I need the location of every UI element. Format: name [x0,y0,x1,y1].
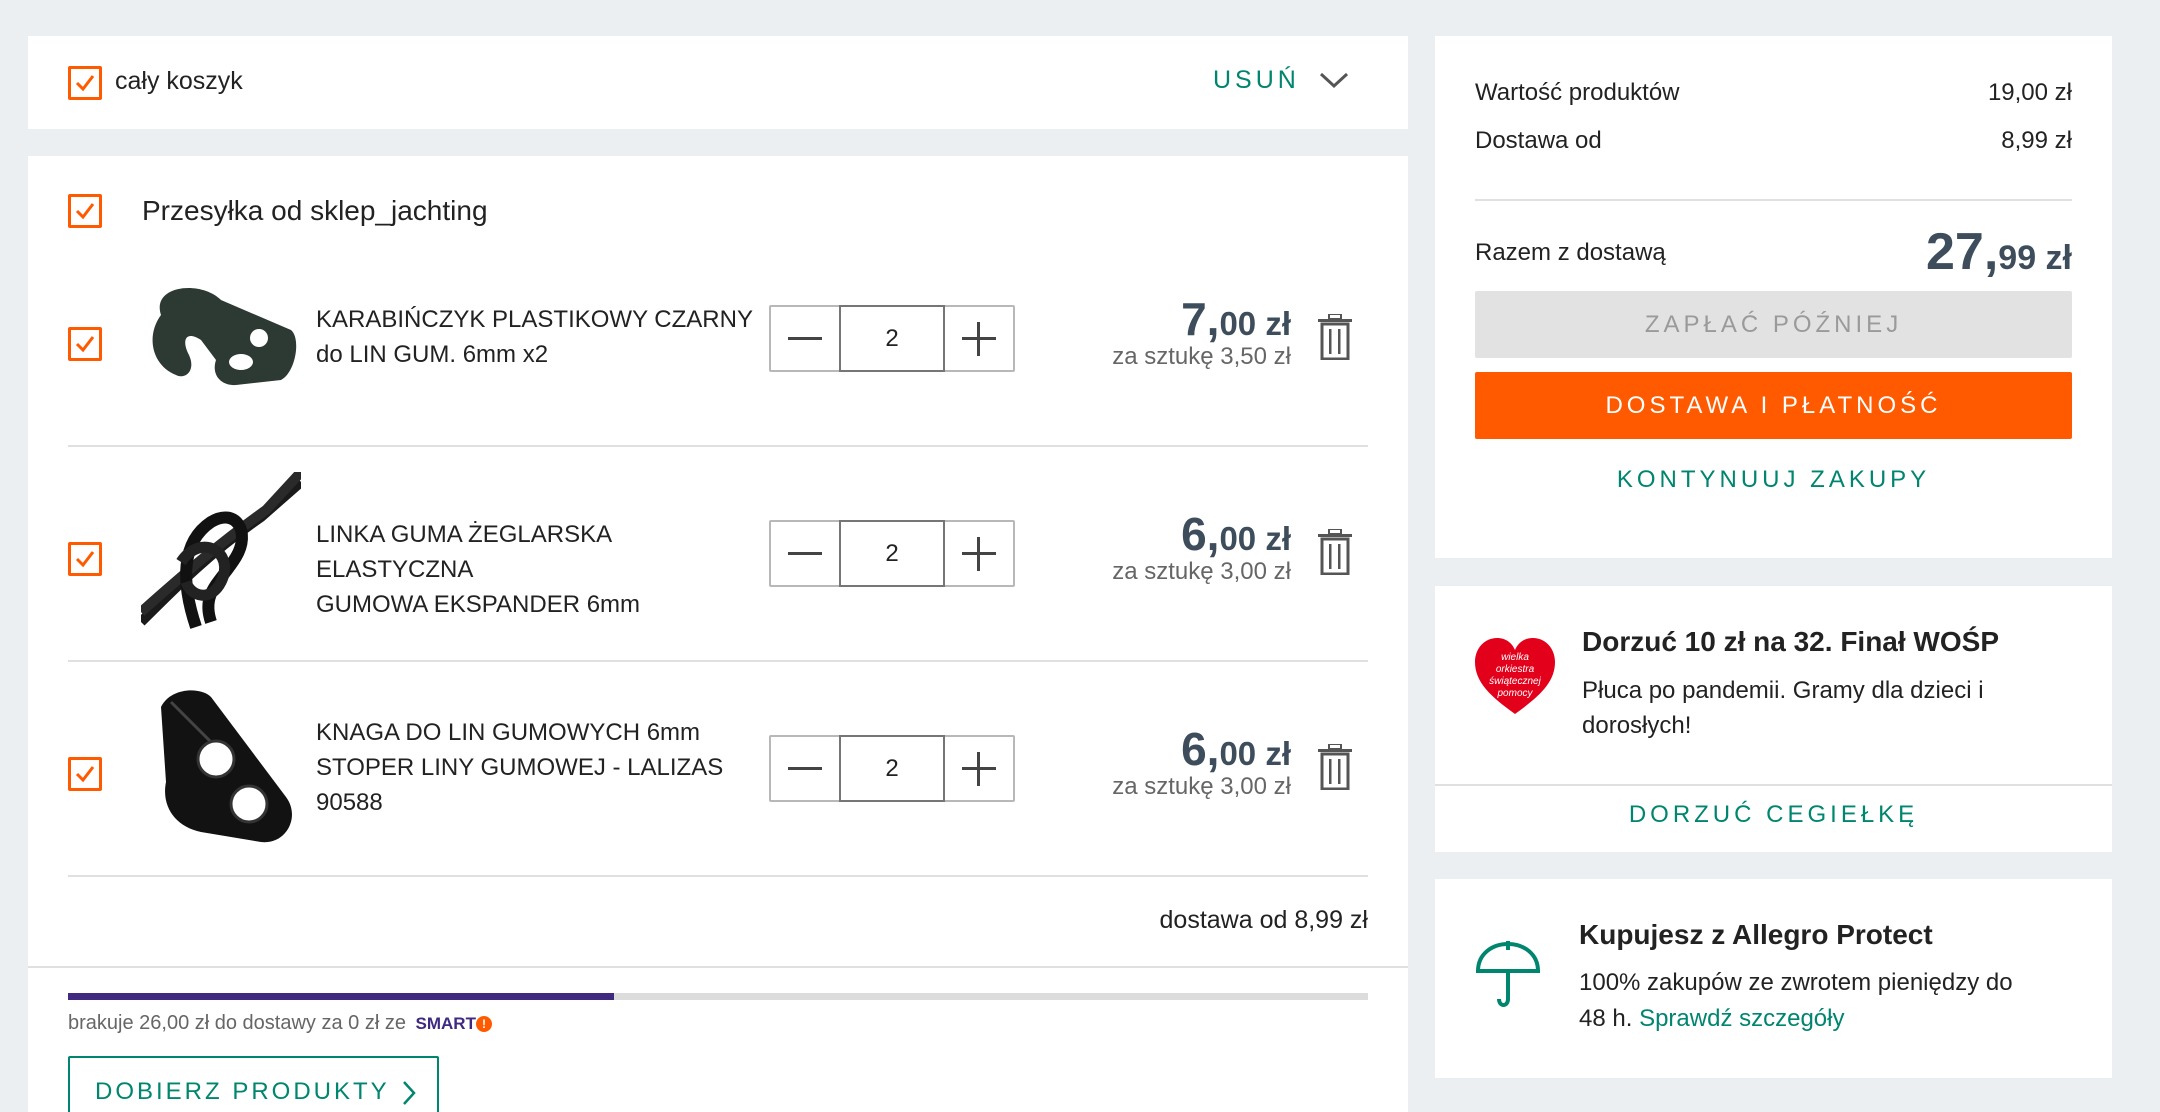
total-label: Razem z dostawą [1475,239,1666,266]
product-name-link[interactable]: KARABIŃCZYK PLASTIKOWY CZARNY do LIN GUM… [316,302,756,372]
select-all-label: cały koszyk [115,67,243,95]
pick-products-button[interactable]: DOBIERZ PRODUKTY [68,1056,439,1112]
pay-later-button[interactable]: ZAPŁAĆ PÓŹNIEJ [1475,291,2072,358]
smart-logo-icon: ! [475,1015,492,1032]
protect-details-link[interactable]: Sprawdź szczegóły [1639,1005,1844,1032]
smart-progress-bar [68,993,1368,1000]
total-price: 27,99 zł [1925,223,2072,281]
increase-button[interactable] [945,737,1013,800]
increase-button[interactable] [945,522,1013,585]
product-image-carabiner[interactable] [141,280,301,390]
wosp-description: Płuca po pandemii. Gramy dla dzieci i do… [1582,677,1984,739]
plus-icon [962,321,997,356]
product-name-link[interactable]: KNAGA DO LIN GUMOWYCH 6mm STOPER LINY GU… [316,715,756,820]
delivery-label: Dostawa od [1475,127,1602,154]
divider [68,445,1368,447]
divider [1475,199,2072,201]
umbrella-icon [1475,941,1541,1007]
minus-icon [787,766,822,770]
quantity-input[interactable]: 2 [838,520,946,587]
wosp-heart-logo: wielka orkiestra świątecznej pomocy [1475,638,1555,718]
unit-price: za sztukę 3,00 zł [1112,773,1291,800]
checkout-button[interactable]: DOSTAWA I PŁATNOŚĆ [1475,372,2072,439]
smart-missing-info: brakuje 26,00 zł do dostawy za 0 zł ze S… [68,1012,492,1035]
minus-icon [787,551,822,555]
item-price: 7,00 zł [1181,293,1291,345]
cart-header-panel: cały koszyk USUŃ [28,36,1408,129]
smart-progress-fill [68,993,614,1000]
decrease-button[interactable] [771,737,839,800]
divider [1435,784,2112,786]
donate-button[interactable]: DORZUĆ CEGIEŁKĘ [1435,801,2112,829]
minus-icon [787,336,822,340]
decrease-button[interactable] [771,522,839,585]
decrease-button[interactable] [771,307,839,370]
quantity-stepper[interactable]: 2 [769,520,1015,587]
protect-panel: Kupujesz z Allegro Protect 100% zakupów … [1435,879,2112,1078]
products-value: 19,00 zł [1987,79,2072,106]
trash-icon[interactable] [1318,744,1352,790]
wosp-title: Dorzuć 10 zł na 32. Finał WOŚP [1582,626,1999,657]
chevron-down-icon[interactable] [1318,70,1350,95]
quantity-input[interactable]: 2 [838,735,946,802]
chevron-right-icon [403,1081,416,1105]
quantity-stepper[interactable]: 2 [769,305,1015,372]
item-checkbox[interactable] [68,327,102,361]
delivery-value: 8,99 zł [2001,127,2072,154]
item-price: 6,00 zł [1181,723,1291,775]
divider [68,875,1368,877]
products-value-label: Wartość produktów [1475,79,1680,106]
shipment-panel: Przesyłka od sklep_jachting KARABIŃCZYK … [28,156,1408,1112]
product-name-link[interactable]: LINKA GUMA ŻEGLARSKA ELASTYCZNA GUMOWA E… [316,517,756,622]
quantity-input[interactable]: 2 [838,305,946,372]
increase-button[interactable] [945,307,1013,370]
protect-title: Kupujesz z Allegro Protect [1579,919,1933,950]
trash-icon[interactable] [1318,314,1352,360]
unit-price: za sztukę 3,00 zł [1112,558,1291,585]
select-all-checkbox[interactable] [68,66,102,100]
item-checkbox[interactable] [68,757,102,791]
item-checkbox[interactable] [68,542,102,576]
summary-panel: Wartość produktów 19,00 zł Dostawa od 8,… [1435,36,2112,558]
product-image-bungee-cord[interactable] [141,472,301,632]
item-price: 6,00 zł [1181,508,1291,560]
plus-icon [962,536,997,571]
plus-icon [962,751,997,786]
protect-description: 100% zakupów ze zwrotem pieniędzy do 48 … [1579,969,2013,1032]
continue-shopping-link[interactable]: KONTYNUUJ ZAKUPY [1475,466,2072,494]
divider [28,966,1408,968]
quantity-stepper[interactable]: 2 [769,735,1015,802]
divider [68,660,1368,662]
delivery-from-label: dostawa od 8,99 zł [1159,906,1368,934]
shipment-checkbox[interactable] [68,194,102,228]
wosp-panel: wielka orkiestra świątecznej pomocy Dorz… [1435,586,2112,852]
product-image-cleat[interactable] [141,687,301,847]
remove-button[interactable]: USUŃ [1213,66,1300,95]
seller-label: Przesyłka od sklep_jachting [142,195,488,226]
smart-logo: SMART [415,1014,476,1033]
unit-price: za sztukę 3,50 zł [1112,343,1291,370]
trash-icon[interactable] [1318,529,1352,575]
